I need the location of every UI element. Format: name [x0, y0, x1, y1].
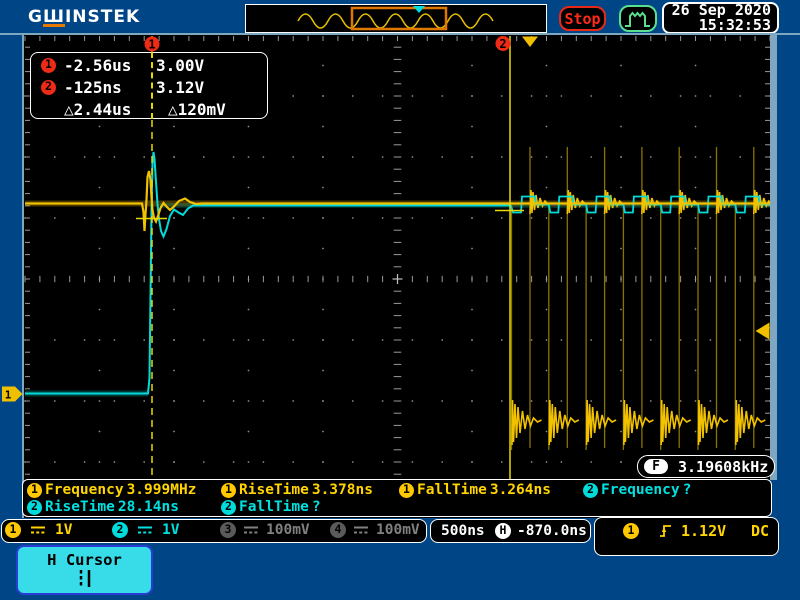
channel3-scale: 100mV — [266, 522, 310, 538]
trigger-source-badge: 1 — [623, 523, 639, 539]
burst-waveform-icon — [623, 7, 653, 31]
dc-coupling-icon — [30, 525, 46, 535]
channel2-scale: 1V — [162, 522, 179, 538]
measurement-ch1-frequency: 1Frequency3.999MHz — [27, 482, 196, 498]
measurement-ch1-falltime: 1FallTime3.264ns — [399, 482, 551, 498]
measurement-value: ? — [683, 482, 692, 498]
channel4-scale: 100mV — [376, 522, 420, 538]
measurement-ch2-risetime: 2RiseTime28.14ns — [27, 499, 179, 515]
cursor-delta-readout: △2.44us △120mV — [31, 98, 267, 120]
right-frame — [770, 35, 777, 480]
measurement-value: 3.378ns — [312, 482, 373, 498]
measurement-value: 3.999MHz — [127, 482, 197, 498]
h-cursor-icon — [74, 569, 96, 588]
cursor2-badge-label: 2 — [499, 37, 506, 51]
time-text: 15:32:53 — [670, 18, 771, 33]
ch1-position-label: 1 — [5, 389, 12, 402]
measurement-label: FallTime — [239, 499, 309, 515]
timebase-value: 500ns — [441, 523, 485, 539]
measurement-value: ? — [312, 499, 321, 515]
measurement-ch2-frequency: 2Frequency? — [583, 482, 691, 498]
trigger-position-marker[interactable] — [522, 37, 538, 48]
preview-waveform — [246, 5, 544, 31]
channel4-badge: 4 — [330, 522, 346, 538]
acquisition-stop-indicator: Stop — [559, 6, 606, 31]
channel3-badge: 3 — [220, 522, 236, 538]
trigger-level-value: 1.12V — [681, 522, 726, 540]
channel2-status[interactable]: 2 1V — [112, 522, 179, 538]
measurement-bar: 1Frequency3.999MHz 1RiseTime3.378ns 1Fal… — [22, 479, 772, 517]
h-cursor-button-label: H Cursor — [18, 551, 151, 569]
cursor1-readout: 1 -2.56us 3.00V — [31, 54, 267, 76]
h-cursor-menu-button[interactable]: H Cursor — [16, 545, 153, 595]
logo-rest: INSTEK — [65, 7, 140, 27]
logo-w: Ш — [43, 10, 65, 27]
measurement-label: Frequency — [45, 482, 124, 498]
ch1-pulse-bursts — [511, 147, 772, 450]
h-cursor1-line-over-panel[interactable] — [151, 52, 153, 119]
freq-counter-value: 3.19608kHz — [678, 458, 768, 476]
cursor2-time: -125ns — [64, 78, 156, 97]
cursor2-readout: 2 -125ns 3.12V — [31, 76, 267, 98]
cursor2-volt: 3.12V — [156, 78, 204, 97]
trigger-status-box: 1 1.12V DC — [594, 517, 779, 556]
measurement-ch2-falltime: 2FallTime? — [221, 499, 321, 515]
channel-status-bar: 1 1V 2 1V 3 100mV 4 100mV — [1, 519, 427, 543]
channel3-status[interactable]: 3 100mV — [220, 522, 310, 538]
horizontal-preview-bar[interactable] — [245, 4, 547, 33]
preview-sine — [298, 14, 493, 28]
trigger-coupling-value: DC — [751, 522, 769, 540]
ch2-trace — [25, 152, 511, 394]
channel1-badge: 1 — [5, 522, 21, 538]
delta-volt: △120mV — [168, 100, 226, 119]
channel1-scale: 1V — [55, 522, 72, 538]
rising-edge-icon — [659, 522, 672, 539]
dc-coupling-icon — [353, 525, 369, 535]
trigger-level-marker[interactable] — [756, 323, 770, 340]
measurement-value: 28.14ns — [118, 499, 179, 515]
dc-coupling-icon — [243, 525, 259, 535]
cursor1-time: -2.56us — [64, 56, 156, 75]
stop-label: Stop — [564, 10, 600, 28]
oscilloscope-screen: GШINSTEK Stop 26 Sep 2020 15:32:53 — [0, 0, 800, 600]
cursor2-row-badge: 2 — [41, 80, 56, 95]
brand-logo: GШINSTEK — [28, 7, 140, 27]
measurement-label: Frequency — [601, 482, 680, 498]
channel1-status[interactable]: 1 1V — [5, 522, 72, 538]
datetime-display: 26 Sep 2020 15:32:53 — [662, 2, 779, 34]
horizontal-h-icon: H — [495, 523, 511, 539]
logo-g: G — [28, 7, 43, 27]
cursor1-row-badge: 1 — [41, 58, 56, 73]
ch2-badge: 2 — [27, 500, 42, 515]
ch2-badge: 2 — [583, 483, 598, 498]
ch2-badge: 2 — [221, 500, 236, 515]
ch1-badge: 1 — [221, 483, 236, 498]
frequency-counter: F 3.19608kHz — [637, 455, 775, 478]
channel4-status[interactable]: 4 100mV — [330, 522, 420, 538]
freq-counter-badge: F — [644, 459, 668, 474]
measurement-label: RiseTime — [45, 499, 115, 515]
ch1-badge: 1 — [27, 483, 42, 498]
dc-coupling-icon — [137, 525, 153, 535]
run-mode-button — [619, 5, 657, 32]
measurement-ch1-risetime: 1RiseTime3.378ns — [221, 482, 373, 498]
measurement-value: 3.264ns — [490, 482, 551, 498]
channel2-badge: 2 — [112, 522, 128, 538]
horizontal-status-box: 500ns H -870.0ns — [430, 519, 591, 543]
horizontal-offset-value: -870.0ns — [517, 523, 587, 539]
ch1-badge: 1 — [399, 483, 414, 498]
measurement-label: RiseTime — [239, 482, 309, 498]
preview-trigger-marker[interactable] — [413, 6, 425, 13]
measurement-label: FallTime — [417, 482, 487, 498]
cursor1-badge-label: 1 — [148, 38, 155, 52]
cursor-readout-panel: 1 -2.56us 3.00V 2 -125ns 3.12V △2.44us △… — [30, 52, 268, 119]
cursor1-volt: 3.00V — [156, 56, 204, 75]
